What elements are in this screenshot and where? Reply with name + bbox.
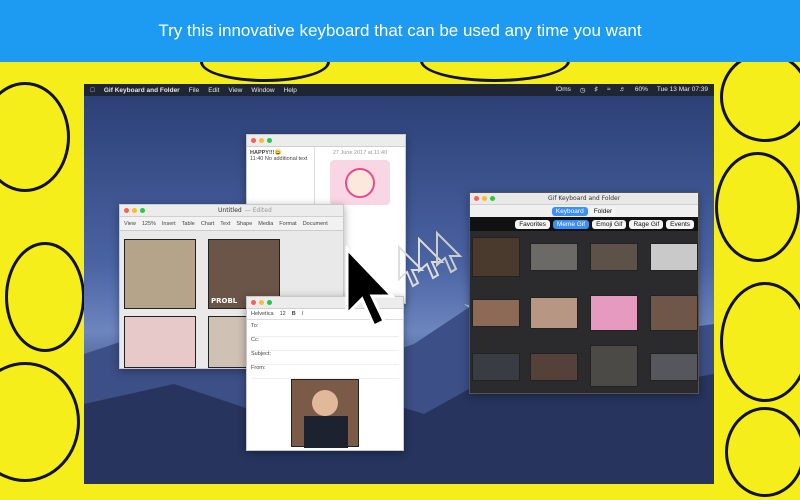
gif-thumbnail[interactable]: [650, 243, 698, 271]
bold-icon[interactable]: B: [292, 311, 296, 317]
menu-edit[interactable]: Edit: [208, 87, 219, 94]
category-emoji-gif[interactable]: Emoji Gif: [592, 219, 627, 229]
zoom-icon[interactable]: [140, 208, 145, 213]
banner-text: Try this innovative keyboard that can be…: [158, 21, 642, 40]
pages-toolbar: View 125% Insert Table Chart Text Shape …: [120, 217, 343, 231]
conversation-preview[interactable]: 11:40 No additional text: [250, 156, 311, 162]
anime-gif-message[interactable]: [330, 160, 390, 205]
document-edited-label: — Edited: [244, 207, 272, 214]
toolbar-text[interactable]: Text: [220, 221, 230, 227]
close-icon[interactable]: [124, 208, 129, 213]
menu-window[interactable]: Window: [251, 87, 274, 94]
toolbar-document[interactable]: Document: [303, 221, 328, 227]
actor-gif[interactable]: [291, 379, 359, 448]
gif-thumbnail[interactable]: [472, 237, 520, 277]
time-machine-icon[interactable]: ◷: [580, 86, 586, 94]
meme-caption: PROBL: [211, 297, 238, 305]
status-ioms[interactable]: IOms: [555, 86, 571, 94]
promo-banner: Try this innovative keyboard that can be…: [0, 0, 800, 62]
clock[interactable]: Tue 13 Mar 07:39: [657, 86, 708, 94]
font-family-select[interactable]: Helvetica: [251, 311, 274, 317]
category-favorites[interactable]: Favorites: [515, 219, 550, 229]
menu-file[interactable]: File: [189, 87, 199, 94]
battery-percent[interactable]: 60%: [635, 86, 648, 94]
document-title: Untitled: [218, 207, 242, 214]
category-meme-gif[interactable]: Meme Gif: [552, 219, 590, 229]
toolbar-view[interactable]: View: [124, 221, 136, 227]
gif-thumbnail[interactable]: [650, 295, 698, 331]
llama-gif[interactable]: [124, 316, 196, 368]
category-bar: Favorites Meme Gif Emoji Gif Rage Gif Ev…: [470, 217, 698, 231]
zoom-icon[interactable]: [267, 138, 272, 143]
toolbar-format[interactable]: Format: [279, 221, 296, 227]
zoom-icon[interactable]: [490, 196, 495, 201]
toolbar-chart[interactable]: Chart: [201, 221, 214, 227]
gif-titlebar: Gif Keyboard and Folder: [470, 193, 698, 205]
segmented-tabs: Keyboard Folder: [470, 205, 698, 217]
close-icon[interactable]: [474, 196, 479, 201]
gif-thumbnail[interactable]: [590, 295, 638, 331]
gif-thumbnail[interactable]: [590, 243, 638, 271]
volume-icon[interactable]: ♬: [619, 86, 626, 94]
messages-titlebar: [247, 135, 405, 147]
bluetooth-icon[interactable]: ♯: [595, 86, 598, 94]
dog-gif[interactable]: [124, 239, 196, 309]
minimize-icon[interactable]: [132, 208, 137, 213]
from-field[interactable]: From:: [251, 365, 399, 379]
category-rage-gif[interactable]: Rage Gif: [629, 219, 664, 229]
italic-icon[interactable]: I: [302, 311, 304, 317]
gif-thumbnail[interactable]: [530, 243, 578, 271]
gif-thumbnail[interactable]: [650, 353, 698, 381]
message-timestamp: 27 June 2017 at 11:40: [332, 150, 388, 156]
toolbar-table[interactable]: Table: [182, 221, 195, 227]
minimize-icon[interactable]: [259, 138, 264, 143]
zoom-icon[interactable]: [267, 300, 272, 305]
app-menu-title[interactable]: Gif Keyboard and Folder: [104, 87, 180, 94]
category-events[interactable]: Events: [666, 219, 694, 229]
gif-grid: [470, 231, 698, 393]
cursor-icon: [345, 245, 396, 329]
toolbar-zoom[interactable]: 125%: [142, 221, 156, 227]
toolbar-insert[interactable]: Insert: [162, 221, 176, 227]
minimize-icon[interactable]: [259, 300, 264, 305]
subject-field[interactable]: Subject:: [251, 351, 399, 365]
gif-thumbnail[interactable]: [590, 345, 638, 387]
cursor-ghost-icon: [436, 230, 463, 274]
close-icon[interactable]: [251, 138, 256, 143]
apple-icon[interactable]: : [90, 87, 95, 94]
gif-keyboard-window[interactable]: Gif Keyboard and Folder Keyboard Folder …: [469, 192, 699, 394]
mac-desktop:  Gif Keyboard and Folder File Edit View…: [84, 84, 714, 484]
tab-keyboard[interactable]: Keyboard: [551, 206, 588, 216]
menu-help[interactable]: Help: [284, 87, 297, 94]
gif-thumbnail[interactable]: [530, 297, 578, 329]
cc-field[interactable]: Cc:: [251, 337, 399, 351]
font-size-select[interactable]: 12: [280, 311, 286, 317]
pages-titlebar: Untitled — Edited: [120, 205, 343, 217]
toolbar-shape[interactable]: Shape: [236, 221, 252, 227]
wifi-icon[interactable]: ≈: [607, 86, 611, 94]
close-icon[interactable]: [251, 300, 256, 305]
tab-folder[interactable]: Folder: [589, 206, 617, 216]
toolbar-media[interactable]: Media: [258, 221, 273, 227]
gif-thumbnail[interactable]: [472, 299, 520, 327]
minimize-icon[interactable]: [482, 196, 487, 201]
menu-view[interactable]: View: [228, 87, 242, 94]
gif-thumbnail[interactable]: [530, 353, 578, 381]
gif-window-title: Gif Keyboard and Folder: [548, 195, 621, 202]
gif-thumbnail[interactable]: [472, 353, 520, 381]
menu-bar:  Gif Keyboard and Folder File Edit View…: [84, 84, 714, 96]
